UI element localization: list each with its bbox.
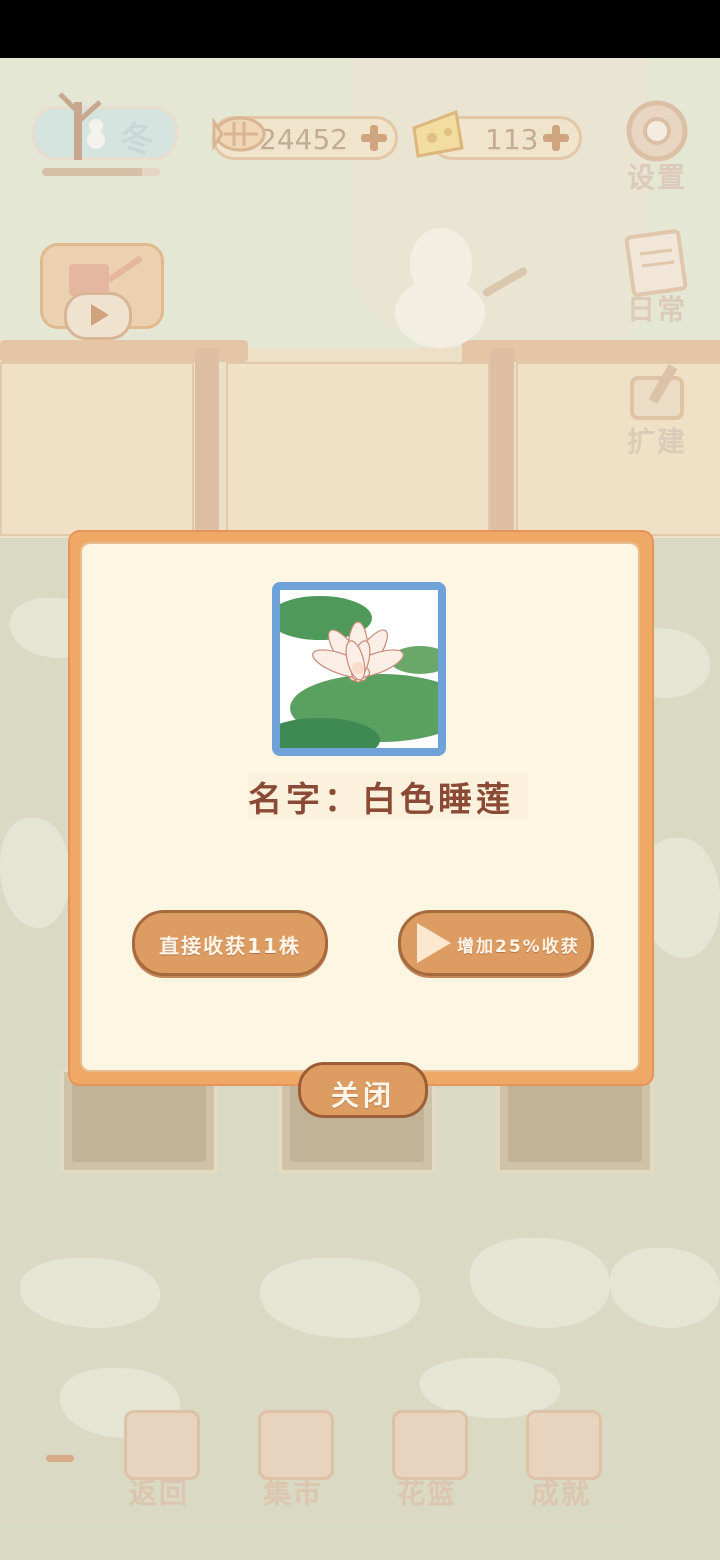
season-badge[interactable]: 冬 [30, 82, 178, 162]
bonus-harvest-label: 增加25%收获 [457, 937, 580, 957]
water-lily-illustration [280, 590, 438, 748]
trophy-icon [526, 1410, 602, 1480]
season-progress-bar [42, 168, 160, 176]
plant-name: 名字：白色睡莲 [248, 772, 528, 820]
settings-button[interactable]: 设置 [612, 96, 702, 196]
cheese-icon [412, 109, 464, 158]
nav-market[interactable]: 集市 [248, 1410, 338, 1510]
bottom-nav: 返回 集市 花篮 成就 [0, 1410, 720, 1520]
nav-basket[interactable]: 花篮 [382, 1410, 472, 1510]
harvest-now-label: 直接收获11株 [159, 934, 301, 958]
close-label: 关闭 [330, 1079, 395, 1112]
expand-button[interactable]: 扩建 [612, 360, 702, 460]
nav-market-label: 集市 [262, 1477, 323, 1510]
close-button[interactable]: 关闭 [298, 1062, 428, 1118]
daily-button[interactable]: 日常 [612, 228, 702, 328]
watch-ad-play-button[interactable] [64, 292, 132, 340]
play-icon [417, 923, 451, 963]
plant-name-value: 白色睡莲 [362, 780, 514, 820]
fish-bone-icon [212, 116, 266, 152]
settings-label: 设置 [626, 161, 687, 194]
cheese-count: 113 [485, 123, 539, 156]
status-bar [0, 0, 720, 58]
add-cheese-button[interactable] [541, 123, 571, 153]
plant-image-frame [272, 582, 446, 756]
nav-achievements-label: 成就 [530, 1477, 591, 1510]
season-label: 冬 [120, 120, 154, 160]
bonus-harvest-button[interactable]: 增加25%收获 [398, 910, 594, 976]
plant-name-prefix: 名字： [248, 780, 362, 820]
market-stall-icon [258, 1410, 334, 1480]
nav-back-label: 返回 [128, 1477, 189, 1510]
daily-label: 日常 [626, 293, 687, 326]
nav-basket-label: 花篮 [396, 1477, 457, 1510]
fish-count: 24452 [259, 123, 349, 156]
season-progress-fill [42, 168, 143, 176]
winter-tree-icon [58, 92, 105, 160]
flower-basket-icon [392, 1410, 468, 1480]
window-icon [124, 1410, 200, 1480]
nav-achievements[interactable]: 成就 [516, 1410, 606, 1510]
expand-label: 扩建 [626, 425, 687, 458]
plant-image [280, 590, 438, 748]
nav-back[interactable]: 返回 [114, 1410, 204, 1510]
add-fish-button[interactable] [359, 123, 389, 153]
harvest-now-button[interactable]: 直接收获11株 [132, 910, 328, 976]
